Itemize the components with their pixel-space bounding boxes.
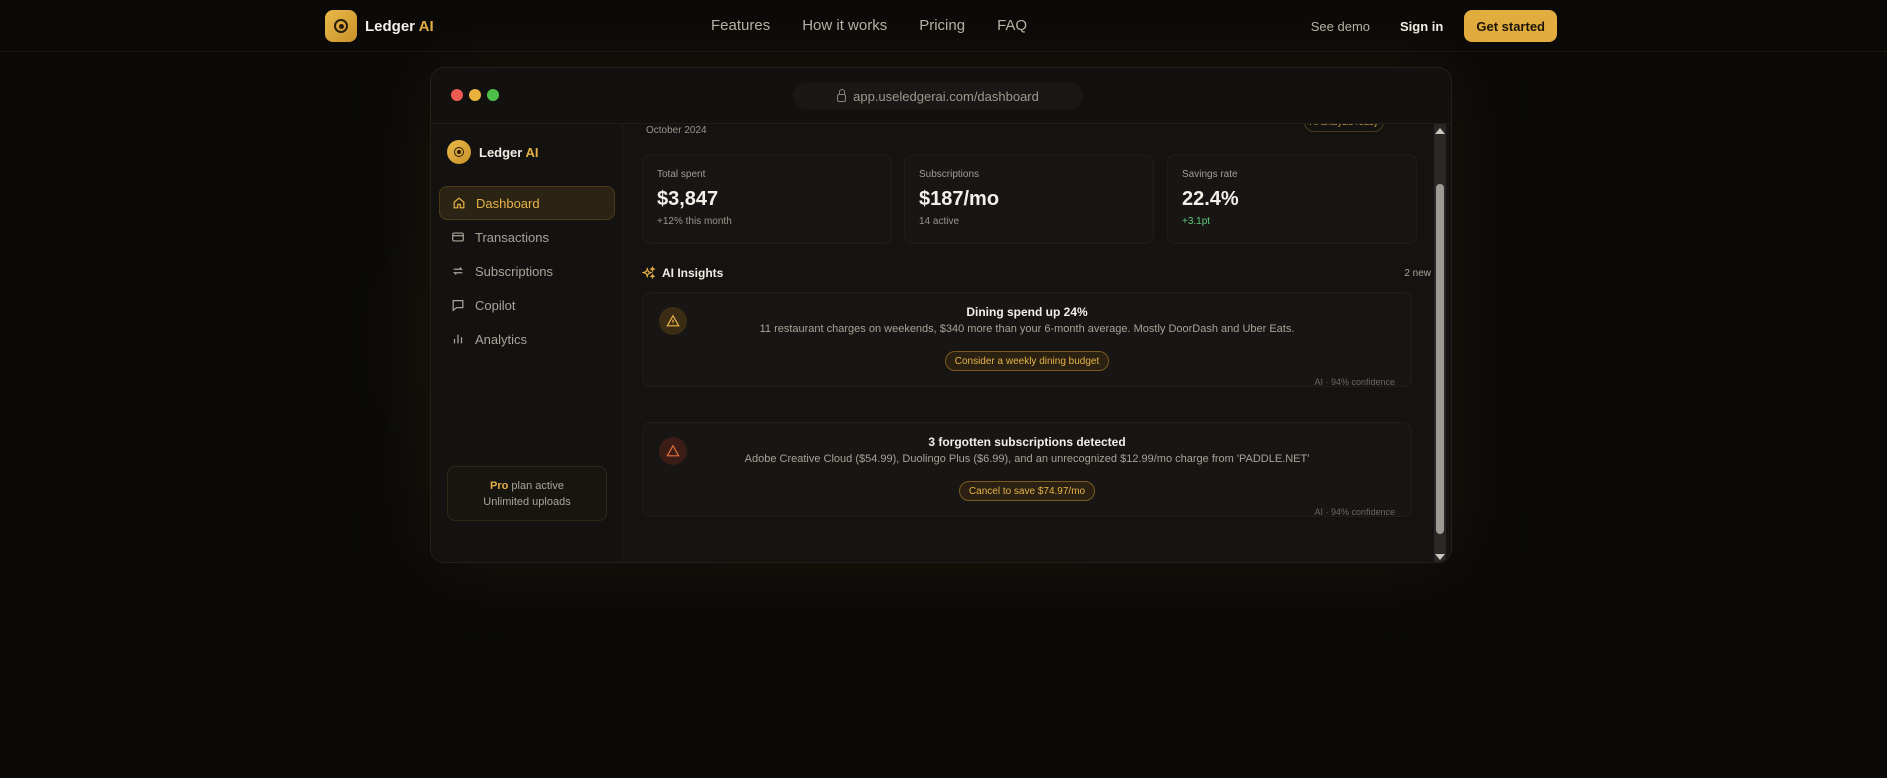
- ai-insights-heading: AI Insights: [642, 266, 723, 280]
- insight-confidence: AI · 94% confidence: [1314, 377, 1395, 387]
- top-navbar: Ledger AI Features How it works Pricing …: [0, 0, 1887, 52]
- stat-sub: 14 active: [919, 216, 960, 227]
- insight-confidence: AI · 94% confidence: [1314, 507, 1395, 517]
- sidebar-item-label: Subscriptions: [475, 263, 554, 279]
- sidebar-item-copilot[interactable]: Copilot: [439, 288, 615, 322]
- sidebar-item-analytics[interactable]: Analytics: [439, 322, 615, 356]
- stat-card-total-spent: Total spent $3,847 +12% this month: [642, 154, 892, 244]
- url-text: app.useledgerai.com/dashboard: [853, 88, 1039, 104]
- period-label: October 2024: [646, 125, 707, 136]
- sidebar-item-subscriptions[interactable]: Subscriptions: [439, 254, 615, 288]
- stat-label: Total spent: [657, 169, 706, 180]
- scroll-up-icon[interactable]: [1435, 128, 1445, 134]
- credit-card-icon: [452, 232, 464, 242]
- insight-card: 3 forgotten subscriptions detected Adobe…: [642, 422, 1412, 517]
- sign-in-link[interactable]: Sign in: [1400, 19, 1443, 34]
- sidebar-item-label: Transactions: [475, 229, 549, 245]
- minimize-dot-icon: [469, 89, 481, 101]
- insight-action-wrap: Cancel to save $74.97/mo: [643, 481, 1411, 501]
- bar-chart-icon: [453, 334, 463, 344]
- get-started-button[interactable]: Get started: [1464, 10, 1557, 42]
- insight-action-button[interactable]: Cancel to save $74.97/mo: [958, 481, 1096, 501]
- sidebar-item-label: Copilot: [475, 297, 516, 313]
- plan-status-line: Pro plan active: [490, 479, 564, 492]
- window-titlebar: app.useledgerai.com/dashboard: [431, 68, 1451, 124]
- nav-link-features[interactable]: Features: [711, 17, 770, 34]
- sidebar-item-transactions[interactable]: Transactions: [439, 220, 615, 254]
- plan-detail: Unlimited uploads: [483, 495, 571, 508]
- see-demo-link[interactable]: See demo: [1311, 19, 1370, 34]
- sparkles-icon: [642, 266, 656, 280]
- lock-icon: [837, 88, 847, 102]
- sidebar-item-dashboard[interactable]: Dashboard: [439, 186, 615, 220]
- nav-link-faq[interactable]: FAQ: [997, 17, 1027, 34]
- insight-title: Dining spend up 24%: [966, 305, 1088, 319]
- nav-links: Features How it works Pricing FAQ: [711, 17, 1059, 34]
- dashboard-main: AI analysis ready October 2024 Total spe…: [624, 124, 1436, 562]
- scroll-thumb[interactable]: [1436, 184, 1444, 534]
- brand-logo-link[interactable]: Ledger AI: [325, 10, 434, 42]
- stat-label: Subscriptions: [919, 169, 980, 180]
- insights-count-badge: 2 new: [1404, 268, 1431, 279]
- nav-actions: See demo Sign in Get started: [1311, 10, 1557, 42]
- plan-status-box: Pro plan active Unlimited uploads: [447, 466, 607, 521]
- stat-label: Savings rate: [1182, 169, 1238, 180]
- ai-status-pill: AI analysis ready: [1304, 124, 1384, 132]
- insight-text: 11 restaurant charges on weekends, $340 …: [759, 323, 1295, 335]
- nav-link-how-it-works[interactable]: How it works: [802, 17, 887, 34]
- sidebar-item-label: Dashboard: [476, 195, 540, 211]
- sidebar-nav: Dashboard Transactions Subscriptions Cop…: [439, 186, 615, 356]
- nav-link-pricing[interactable]: Pricing: [919, 17, 965, 34]
- brand-name: Ledger AI: [365, 17, 434, 35]
- home-icon: [453, 197, 465, 209]
- insight-title: 3 forgotten subscriptions detected: [928, 435, 1126, 449]
- app-sidebar: Ledger AI Dashboard Transactions Subscri…: [431, 124, 623, 562]
- insight-action-button[interactable]: Consider a weekly dining budget: [944, 351, 1110, 371]
- insight-action-wrap: Consider a weekly dining budget: [643, 351, 1411, 371]
- stat-value: $3,847: [657, 188, 719, 210]
- stat-value: $187/mo: [919, 188, 1000, 210]
- stat-card-savings-rate: Savings rate 22.4% +3.1pt: [1167, 154, 1417, 244]
- app-window: app.useledgerai.com/dashboard Ledger AI …: [430, 67, 1452, 563]
- ledger-logo-icon: [325, 10, 357, 42]
- maximize-dot-icon: [487, 89, 499, 101]
- url-bar: app.useledgerai.com/dashboard: [793, 83, 1083, 109]
- ledger-logo-icon: [447, 140, 471, 164]
- stat-sub: +3.1pt: [1182, 216, 1211, 227]
- close-dot-icon: [451, 89, 463, 101]
- sidebar-item-label: Analytics: [475, 331, 528, 347]
- ai-insights-title: AI Insights: [662, 266, 724, 280]
- sidebar-brand: Ledger AI: [447, 140, 538, 164]
- chat-icon: [452, 300, 464, 312]
- insight-card: Dining spend up 24% 11 restaurant charge…: [642, 292, 1412, 387]
- insight-text: Adobe Creative Cloud ($54.99), Duolingo …: [744, 453, 1310, 465]
- stat-value: 22.4%: [1182, 188, 1239, 210]
- sidebar-brand-name: Ledger AI: [479, 144, 539, 160]
- scroll-down-icon[interactable]: [1435, 554, 1445, 560]
- stat-sub: +12% this month: [657, 216, 732, 227]
- stat-card-subscriptions: Subscriptions $187/mo 14 active: [904, 154, 1154, 244]
- main-scrollbar[interactable]: [1434, 124, 1446, 562]
- repeat-icon: [453, 267, 463, 275]
